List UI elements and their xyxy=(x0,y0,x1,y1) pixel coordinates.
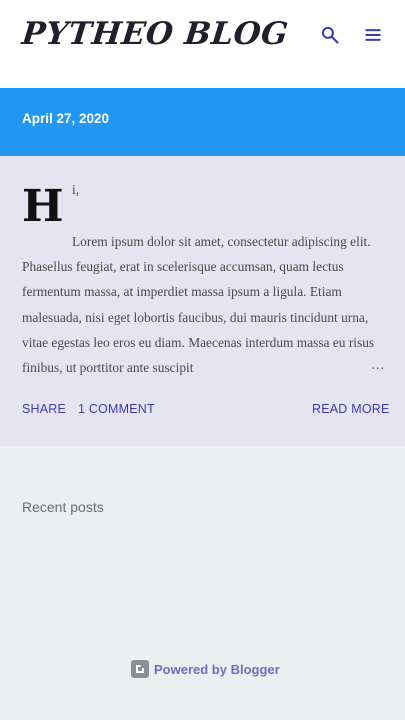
drop-cap: H xyxy=(22,181,64,232)
search-button[interactable] xyxy=(317,22,343,48)
site-header: PYTHEO BLOG xyxy=(0,0,405,88)
snippet-fade xyxy=(300,356,362,380)
snippet-ellipsis: … xyxy=(371,357,385,372)
post-date-link[interactable]: April 27, 2020 xyxy=(22,111,109,126)
powered-by-blogger-link[interactable]: Powered by Blogger xyxy=(131,660,280,678)
blogger-logo-icon xyxy=(131,660,149,678)
blog-title-link[interactable]: PYTHEO BLOG xyxy=(20,16,290,52)
share-button[interactable]: SHARE xyxy=(22,402,66,416)
recent-posts-heading: Recent posts xyxy=(22,499,104,515)
menu-button[interactable] xyxy=(360,22,386,48)
read-more-link[interactable]: READ MORE xyxy=(312,402,390,416)
powered-by-label: Powered by Blogger xyxy=(154,661,280,677)
post-first-text: i, xyxy=(72,182,80,197)
search-icon xyxy=(321,26,339,44)
comments-link[interactable]: 1 COMMENT xyxy=(78,402,155,416)
hamburger-menu-icon xyxy=(365,29,381,41)
